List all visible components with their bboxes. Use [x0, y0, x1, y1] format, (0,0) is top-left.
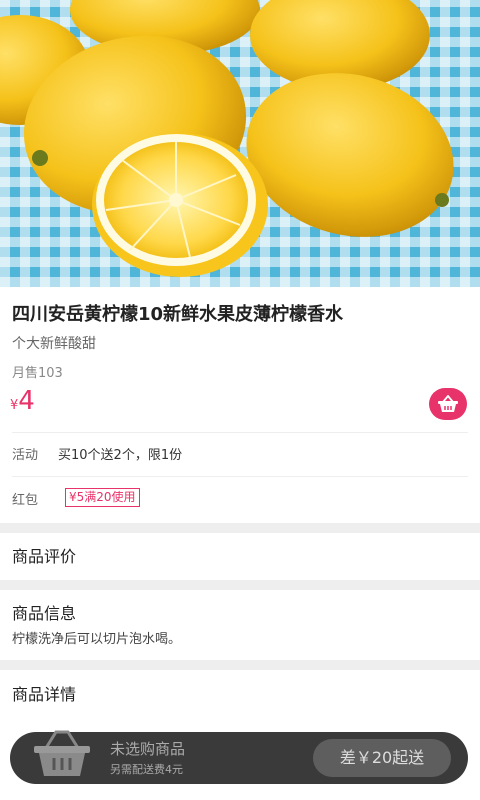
product-photo	[0, 0, 480, 287]
product-title: 四川安岳黄柠檬10新鲜水果皮薄柠檬香水	[12, 304, 344, 325]
shopping-bag-icon	[34, 730, 90, 776]
delivery-fee: 另需配送费4元	[110, 763, 183, 776]
divider	[12, 432, 468, 433]
monthly-sales: 月售103	[12, 366, 63, 381]
checkout-button[interactable]: 差￥20起送	[313, 739, 451, 777]
reviews-title: 商品评价	[12, 547, 77, 566]
activity-value: 买10个送2个，限1份	[58, 448, 183, 463]
details-title: 商品详情	[12, 685, 77, 704]
red-packet-label: 红包	[12, 493, 39, 508]
product-price: ¥4	[10, 386, 35, 416]
activity-label: 活动	[12, 448, 39, 463]
add-to-cart-button[interactable]	[429, 388, 467, 420]
divider	[12, 476, 468, 477]
info-text: 柠檬洗净后可以切片泡水喝。	[12, 632, 182, 647]
red-packet-coupon[interactable]: ¥5满20使用	[65, 488, 140, 507]
product-subtitle: 个大新鲜酸甜	[12, 336, 96, 352]
info-title: 商品信息	[12, 604, 77, 623]
cart-bar[interactable]: 未选购商品 另需配送费4元 差￥20起送	[10, 730, 468, 784]
basket-icon	[438, 395, 458, 412]
price-value: 4	[18, 386, 35, 416]
cart-status: 未选购商品	[110, 740, 186, 758]
